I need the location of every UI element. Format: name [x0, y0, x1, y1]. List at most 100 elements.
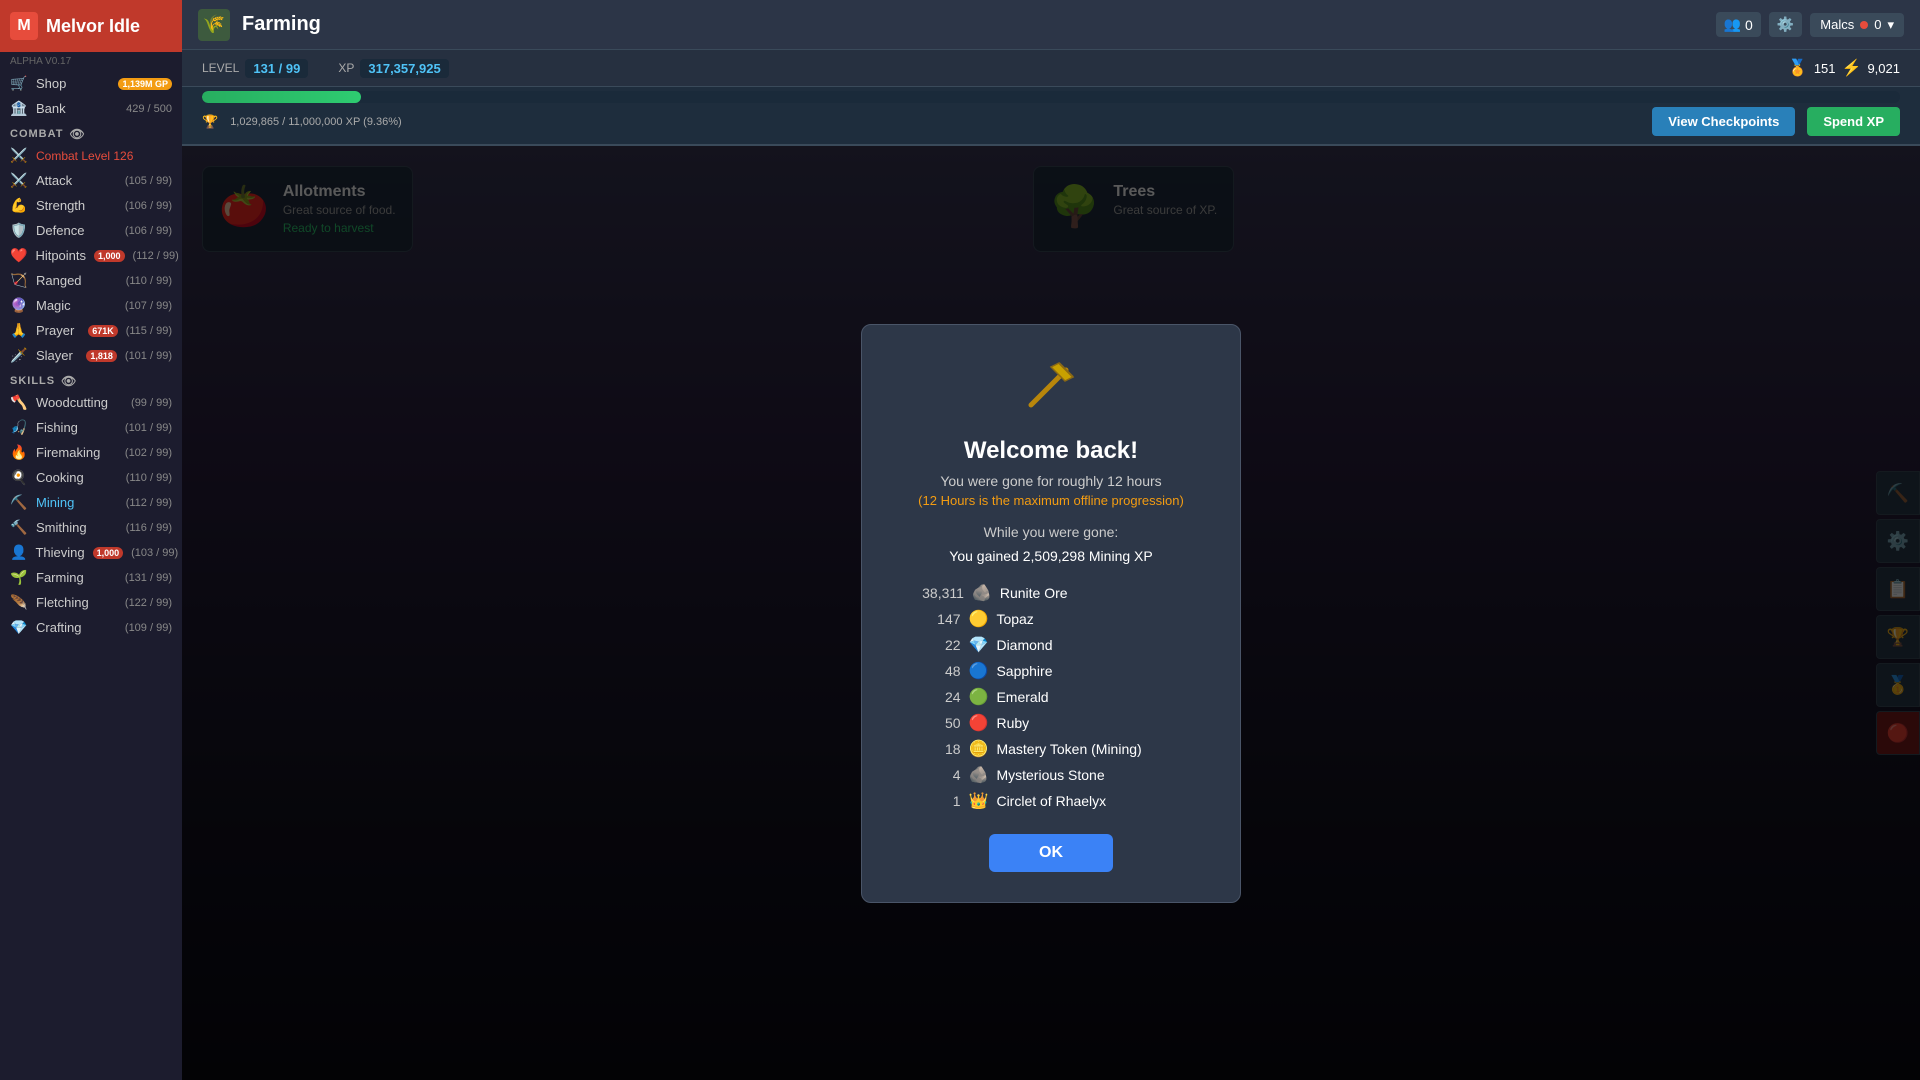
attack-icon: ⚔️: [10, 172, 28, 189]
sidebar-item-magic[interactable]: 🔮 Magic (107 / 99): [0, 293, 182, 318]
mastery-icon: 🏅: [1788, 58, 1808, 78]
firemaking-icon: 🔥: [10, 444, 28, 461]
sidebar-item-ranged[interactable]: 🏹 Ranged (110 / 99): [0, 268, 182, 293]
sidebar-item-mining[interactable]: ⛏️ Mining (112 / 99): [0, 490, 182, 515]
topbar: 🌾 Farming 👥 0 ⚙️ Malcs 0 ▾: [182, 0, 1920, 50]
slayer-icon: 🗡️: [10, 347, 28, 364]
ruby-icon: 🔴: [969, 713, 989, 733]
strength-icon: 💪: [10, 197, 28, 214]
runite-icon: 🪨: [972, 583, 992, 603]
slayer-label: Slayer: [36, 348, 78, 363]
sidebar-item-farming[interactable]: 🌱 Farming (131 / 99): [0, 565, 182, 590]
xp-label: XP: [338, 61, 354, 75]
ranged-levels: (110 / 99): [126, 275, 172, 287]
skills-section-header: SKILLS 👁: [0, 368, 182, 390]
mastery-count: 151: [1814, 61, 1836, 76]
defence-label: Defence: [36, 223, 117, 238]
mastery-stat: 🏅 151 ⚡ 9,021: [1788, 58, 1900, 78]
farming-label: Farming: [36, 570, 117, 585]
prayer-badge: 671K: [88, 325, 118, 337]
sidebar-item-defence[interactable]: 🛡️ Defence (106 / 99): [0, 218, 182, 243]
sidebar-item-crafting[interactable]: 💎 Crafting (109 / 99): [0, 615, 182, 640]
defence-icon: 🛡️: [10, 222, 28, 239]
username: Malcs: [1820, 17, 1854, 32]
hitpoints-levels: (112 / 99): [133, 250, 179, 262]
woodcutting-levels: (99 / 99): [131, 397, 172, 409]
modal-overlay: Welcome back! You were gone for roughly …: [182, 146, 1920, 1080]
modal-ok-button[interactable]: OK: [989, 834, 1113, 872]
notifications-button[interactable]: 👥 0: [1716, 12, 1761, 37]
modal-pickaxe-icon: [902, 355, 1200, 427]
modal-item-diamond: 22 💎 Diamond: [902, 632, 1200, 658]
crafting-label: Crafting: [36, 620, 117, 635]
sidebar-item-smithing[interactable]: 🔨 Smithing (116 / 99): [0, 515, 182, 540]
sidebar-item-prayer[interactable]: 🙏 Prayer 671K (115 / 99): [0, 318, 182, 343]
ruby-name: Ruby: [996, 715, 1176, 731]
stats-bar: LEVEL 131 / 99 XP 317,357,925 🏅 151 ⚡ 9,…: [182, 50, 1920, 87]
welcome-back-modal: Welcome back! You were gone for roughly …: [861, 324, 1241, 903]
sidebar-item-woodcutting[interactable]: 🪓 Woodcutting (99 / 99): [0, 390, 182, 415]
view-checkpoints-button[interactable]: View Checkpoints: [1652, 107, 1795, 136]
mastery-trophy: 🏆: [202, 114, 218, 130]
modal-item-ruby: 50 🔴 Ruby: [902, 710, 1200, 736]
combat-eye-icon[interactable]: 👁: [69, 127, 85, 141]
modal-warning: (12 Hours is the maximum offline progres…: [902, 493, 1200, 508]
fletching-levels: (122 / 99): [125, 597, 172, 609]
sidebar-item-bank[interactable]: 🏦 Bank 429 / 500: [0, 96, 182, 121]
online-count: 0: [1874, 17, 1881, 32]
xp-current: 1,029,865: [230, 116, 279, 128]
sidebar-item-fishing[interactable]: 🎣 Fishing (101 / 99): [0, 415, 182, 440]
fishing-icon: 🎣: [10, 419, 28, 436]
sidebar-item-firemaking[interactable]: 🔥 Firemaking (102 / 99): [0, 440, 182, 465]
xp-bar-area: 🏆 1,029,865 / 11,000,000 XP (9.36%) View…: [182, 87, 1920, 146]
mining-icon: ⛏️: [10, 494, 28, 511]
hitpoints-badge: 1,000: [94, 250, 125, 262]
mysterious-stone-icon: 🪨: [969, 765, 989, 785]
modal-item-mysterious-stone: 4 🪨 Mysterious Stone: [902, 762, 1200, 788]
crafting-levels: (109 / 99): [125, 622, 172, 634]
sidebar-item-slayer[interactable]: 🗡️ Slayer 1,818 (101 / 99): [0, 343, 182, 368]
sidebar-item-strength[interactable]: 💪 Strength (106 / 99): [0, 193, 182, 218]
sidebar-item-combat-level: ⚔️ Combat Level 126: [0, 143, 182, 168]
cooking-icon: 🍳: [10, 469, 28, 486]
firemaking-levels: (102 / 99): [125, 447, 172, 459]
settings-button[interactable]: ⚙️: [1769, 12, 1802, 37]
defence-levels: (106 / 99): [125, 225, 172, 237]
sidebar-item-cooking[interactable]: 🍳 Cooking (110 / 99): [0, 465, 182, 490]
modal-item-runite: 38,311 🪨 Runite Ore: [902, 580, 1200, 606]
smithing-label: Smithing: [36, 520, 118, 535]
attack-levels: (105 / 99): [125, 175, 172, 187]
sapphire-icon: 🔵: [969, 661, 989, 681]
sidebar-item-shop[interactable]: 🛒 Shop 1,139M GP: [0, 71, 182, 96]
sidebar-item-hitpoints[interactable]: ❤️ Hitpoints 1,000 (112 / 99): [0, 243, 182, 268]
bank-icon: 🏦: [10, 100, 28, 117]
spend-xp-button[interactable]: Spend XP: [1807, 107, 1900, 136]
xp-bar-outer: [202, 91, 1900, 103]
woodcutting-label: Woodcutting: [36, 395, 123, 410]
xp-bar-inner: [202, 91, 361, 103]
level-value: 131 / 99: [245, 59, 308, 78]
bank-count: 429 / 500: [126, 103, 172, 115]
shop-gp: 1,139M GP: [118, 78, 172, 90]
sapphire-name: Sapphire: [996, 663, 1176, 679]
page-icon: 🌾: [198, 9, 230, 41]
sidebar-item-fletching[interactable]: 🪶 Fletching (122 / 99): [0, 590, 182, 615]
user-menu[interactable]: Malcs 0 ▾: [1810, 13, 1904, 37]
app-logo[interactable]: M Melvor Idle: [0, 0, 182, 52]
online-indicator: [1860, 21, 1868, 29]
skills-eye-icon[interactable]: 👁: [61, 374, 77, 388]
magic-levels: (107 / 99): [125, 300, 172, 312]
ranged-icon: 🏹: [10, 272, 28, 289]
strength-label: Strength: [36, 198, 117, 213]
combat-section-header: COMBAT 👁: [0, 121, 182, 143]
prayer-levels: (115 / 99): [126, 325, 172, 337]
sidebar-item-thieving[interactable]: 👤 Thieving 1,000 (103 / 99): [0, 540, 182, 565]
sidebar-item-attack[interactable]: ⚔️ Attack (105 / 99): [0, 168, 182, 193]
strength-levels: (106 / 99): [125, 200, 172, 212]
mastery-xp: 9,021: [1867, 61, 1900, 76]
mysterious-stone-count: 4: [926, 767, 961, 783]
emerald-count: 24: [926, 689, 961, 705]
skills-label: SKILLS: [10, 375, 55, 387]
version-label: ALPHA V0.17: [0, 52, 182, 71]
modal-item-topaz: 147 🟡 Topaz: [902, 606, 1200, 632]
